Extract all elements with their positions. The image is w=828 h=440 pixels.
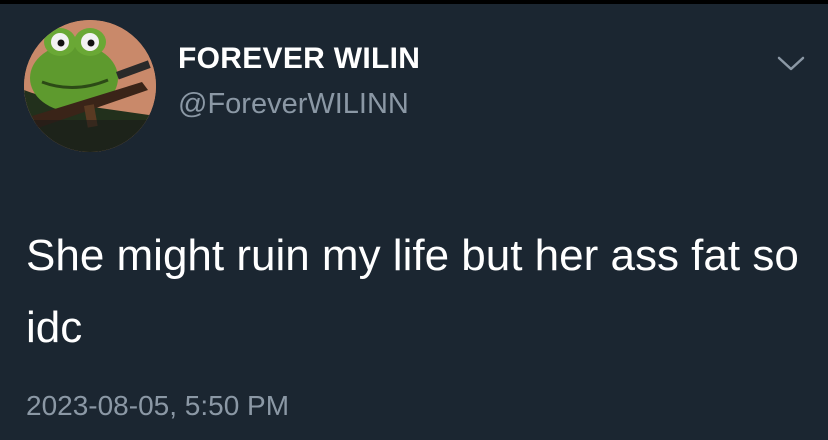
author-display-name[interactable]: FOREVER WILIN xyxy=(178,42,420,76)
screenshot-frame: FOREVER WILIN @ForeverWILINN She might r… xyxy=(0,0,828,440)
tweet-card: FOREVER WILIN @ForeverWILINN She might r… xyxy=(0,4,828,440)
author-handle[interactable]: @ForeverWILINN xyxy=(178,88,409,121)
kermit-avatar-icon xyxy=(24,20,156,152)
author-avatar[interactable] xyxy=(24,20,156,152)
tweet-timestamp[interactable]: 2023-08-05, 5:50 PM xyxy=(26,390,289,422)
chevron-down-icon[interactable] xyxy=(776,54,806,74)
tweet-text: She might ruin my life but her ass fat s… xyxy=(26,231,799,352)
